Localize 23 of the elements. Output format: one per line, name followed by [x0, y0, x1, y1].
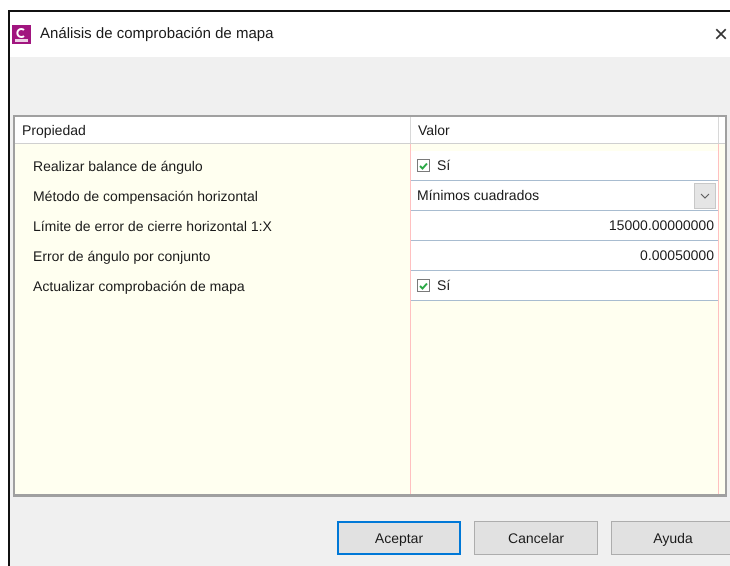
column-header[interactable]: Propiedad: [15, 117, 411, 143]
property-label: Método de compensación horizontal: [32, 186, 259, 206]
property-label: Actualizar comprobación de mapa: [32, 276, 246, 296]
chevron-down-icon: [700, 192, 710, 198]
dialog-button[interactable]: Aceptar: [337, 521, 461, 555]
number-field[interactable]: 0.00050000: [411, 241, 718, 270]
check-icon: [419, 282, 428, 290]
close-button[interactable]: ×: [714, 22, 728, 46]
checkbox-label: Sí: [437, 276, 450, 295]
check-icon: [419, 162, 428, 170]
checkbox[interactable]: [417, 159, 430, 172]
window-title: Análisis de comprobación de mapa: [40, 24, 274, 44]
checkbox-label: Sí: [437, 156, 450, 175]
dialog-button[interactable]: Cancelar: [474, 521, 598, 555]
dropdown[interactable]: Mínimos cuadrados: [411, 181, 718, 210]
column-header[interactable]: Valor: [411, 117, 719, 143]
number-field[interactable]: 15000.00000000: [411, 211, 718, 240]
property-label: Error de ángulo por conjunto: [32, 246, 212, 266]
checkbox[interactable]: [417, 279, 430, 292]
dialog-button[interactable]: Ayuda: [611, 521, 730, 555]
property-label: Límite de error de cierre horizontal 1:X: [32, 216, 273, 236]
dropdown-button[interactable]: [694, 182, 716, 208]
property-label: Realizar balance de ángulo: [32, 156, 204, 176]
